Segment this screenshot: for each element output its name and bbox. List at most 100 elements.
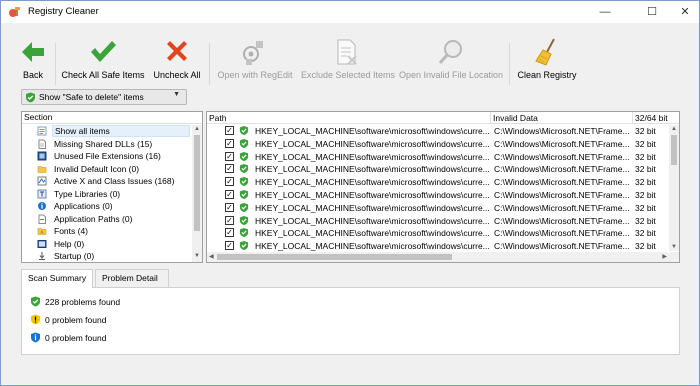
- close-icon[interactable]: ✕: [670, 1, 700, 23]
- scroll-right-icon[interactable]: ▶: [662, 253, 667, 260]
- tab-scan-summary[interactable]: Scan Summary: [21, 269, 93, 288]
- scroll-thumb[interactable]: [671, 135, 677, 165]
- scroll-left-icon[interactable]: ◀: [209, 253, 214, 260]
- section-column-header[interactable]: Section: [22, 112, 202, 124]
- row-checkbox[interactable]: ✓: [225, 138, 234, 148]
- open-invalid-file-location-button[interactable]: Open Invalid File Location: [399, 37, 503, 85]
- check-all-label: Check All Safe Items: [61, 70, 145, 80]
- section-scrollbar[interactable]: ▲ ▼: [192, 125, 202, 262]
- scroll-thumb[interactable]: [194, 135, 200, 231]
- clean-registry-button[interactable]: Clean Registry: [515, 37, 579, 85]
- table-row[interactable]: ✓ HKEY_LOCAL_MACHINE\software\microsoft\w…: [207, 202, 669, 215]
- section-item[interactable]: Invalid Default Icon (0): [22, 163, 192, 176]
- checkmark-icon: [91, 41, 116, 62]
- section-item-label: Help (0): [54, 238, 85, 249]
- summary-label: 228 problems found: [45, 297, 121, 307]
- table-row[interactable]: ✓ HKEY_LOCAL_MACHINE\software\microsoft\w…: [207, 176, 669, 189]
- list-icon: [37, 126, 47, 136]
- row-bits: 32 bit: [635, 126, 656, 136]
- section-item[interactable]: Active X and Class Issues (168): [22, 175, 192, 188]
- section-item[interactable]: Help (0): [22, 238, 192, 251]
- scroll-down-icon[interactable]: ▼: [193, 253, 201, 261]
- results-rows: ✓ HKEY_LOCAL_MACHINE\software\microsoft\w…: [207, 125, 669, 253]
- table-row[interactable]: ✓ HKEY_LOCAL_MACHINE\software\microsoft\w…: [207, 227, 669, 240]
- section-item-label: Startup (0): [54, 251, 95, 261]
- registry-cleaner-app-icon: [9, 7, 20, 17]
- column-divider[interactable]: [490, 112, 491, 124]
- table-row[interactable]: ✓ HKEY_LOCAL_MACHINE\software\microsoft\w…: [207, 163, 669, 176]
- open-location-label: Open Invalid File Location: [399, 70, 504, 80]
- results-panel: Path Invalid Data 32/64 bit ✓ HKEY_LOCAL_…: [206, 111, 680, 263]
- toolbar: Back Check All Safe Items Uncheck All Op…: [1, 23, 699, 87]
- row-path: HKEY_LOCAL_MACHINE\software\microsoft\wi…: [255, 164, 490, 175]
- scroll-up-icon[interactable]: ▲: [670, 126, 678, 132]
- tab-problem-detail[interactable]: Problem Detail: [95, 269, 169, 287]
- open-with-regedit-button[interactable]: Open with RegEdit: [215, 37, 295, 85]
- help-icon: [37, 239, 47, 248]
- green-shield-check-icon: [239, 215, 249, 225]
- row-invalid-data: C:\Windows\Microsoft.NET\Frame...: [494, 126, 630, 136]
- section-item[interactable]: Application Paths (0): [22, 213, 192, 226]
- row-checkbox[interactable]: ✓: [225, 228, 234, 238]
- row-checkbox[interactable]: ✓: [225, 177, 234, 187]
- table-row[interactable]: ✓ HKEY_LOCAL_MACHINE\software\microsoft\w…: [207, 138, 669, 151]
- section-item[interactable]: Unused File Extensions (16): [22, 150, 192, 163]
- row-invalid-data: C:\Windows\Microsoft.NET\Frame...: [494, 228, 630, 239]
- results-vertical-scrollbar[interactable]: ▲ ▼: [669, 125, 679, 251]
- table-row[interactable]: ✓ HKEY_LOCAL_MACHINE\software\microsoft\w…: [207, 151, 669, 164]
- table-row[interactable]: ✓ HKEY_LOCAL_MACHINE\software\microsoft\w…: [207, 215, 669, 228]
- maximize-icon[interactable]: ☐: [633, 1, 671, 23]
- row-bits: 32 bit: [635, 151, 656, 162]
- invalid-data-column-header[interactable]: Invalid Data: [493, 113, 538, 123]
- red-x-icon: [167, 41, 187, 61]
- registry-cleaner-window: Registry Cleaner — ☐ ✕ Back Check All Sa…: [0, 0, 700, 386]
- section-item-label: Type Libraries (0): [54, 188, 121, 199]
- row-path: HKEY_LOCAL_MACHINE\software\microsoft\wi…: [255, 189, 490, 200]
- row-checkbox[interactable]: ✓: [225, 151, 234, 161]
- minimize-icon[interactable]: —: [586, 1, 624, 23]
- section-item-label: Invalid Default Icon (0): [54, 163, 140, 174]
- row-checkbox[interactable]: ✓: [225, 241, 234, 251]
- filter-selected-value: Show "Safe to delete" items: [39, 92, 144, 102]
- filter-dropdown[interactable]: Show "Safe to delete" items ▼: [21, 89, 187, 105]
- dll-file-icon: [38, 139, 46, 149]
- results-horizontal-scrollbar[interactable]: ◀ ▶: [207, 252, 679, 262]
- regedit-icon: [243, 41, 263, 65]
- bits-column-header[interactable]: 32/64 bit: [635, 113, 668, 123]
- section-item-label: Fonts (4): [54, 226, 89, 236]
- row-bits: 32 bit: [635, 189, 656, 200]
- section-item[interactable]: Missing Shared DLLs (15): [22, 138, 192, 151]
- scan-summary-panel: 228 problems found 0 problem found 0 pro…: [21, 287, 680, 355]
- section-item[interactable]: Applications (0): [22, 200, 192, 213]
- section-item[interactable]: Type Libraries (0): [22, 188, 192, 201]
- scroll-thumb[interactable]: [217, 254, 452, 260]
- path-column-header[interactable]: Path: [209, 113, 227, 123]
- section-item[interactable]: Startup (0): [22, 250, 192, 262]
- row-invalid-data: C:\Windows\Microsoft.NET\Frame...: [494, 164, 630, 175]
- row-checkbox[interactable]: ✓: [225, 202, 234, 212]
- uncheck-all-button[interactable]: Uncheck All: [151, 37, 203, 85]
- scroll-up-icon[interactable]: ▲: [193, 126, 201, 134]
- folder-icon: [37, 165, 47, 173]
- toolbar-separator: [209, 43, 210, 85]
- row-checkbox[interactable]: ✓: [225, 126, 234, 135]
- section-item[interactable]: A Fonts (4): [22, 225, 192, 238]
- row-path: HKEY_LOCAL_MACHINE\software\microsoft\wi…: [255, 138, 490, 149]
- exclude-selected-items-button[interactable]: Exclude Selected Items: [301, 37, 395, 85]
- table-row[interactable]: ✓ HKEY_LOCAL_MACHINE\software\microsoft\w…: [207, 125, 669, 138]
- green-shield-check-icon: [239, 241, 249, 251]
- scroll-down-icon[interactable]: ▼: [670, 244, 678, 250]
- blue-shield-info-icon: [31, 332, 40, 343]
- column-divider[interactable]: [632, 112, 633, 124]
- row-checkbox[interactable]: ✓: [225, 164, 234, 174]
- row-checkbox[interactable]: ✓: [225, 189, 234, 199]
- green-shield-check-icon: [239, 138, 249, 148]
- row-checkbox[interactable]: ✓: [225, 215, 234, 225]
- section-item[interactable]: Show all items: [22, 125, 192, 138]
- check-all-safe-items-button[interactable]: Check All Safe Items: [61, 37, 145, 85]
- broom-icon: [535, 38, 555, 66]
- green-shield-check-icon: [26, 92, 35, 103]
- section-item-label: Missing Shared DLLs (15): [54, 138, 153, 149]
- back-button[interactable]: Back: [11, 37, 55, 85]
- table-row[interactable]: ✓ HKEY_LOCAL_MACHINE\software\microsoft\w…: [207, 189, 669, 202]
